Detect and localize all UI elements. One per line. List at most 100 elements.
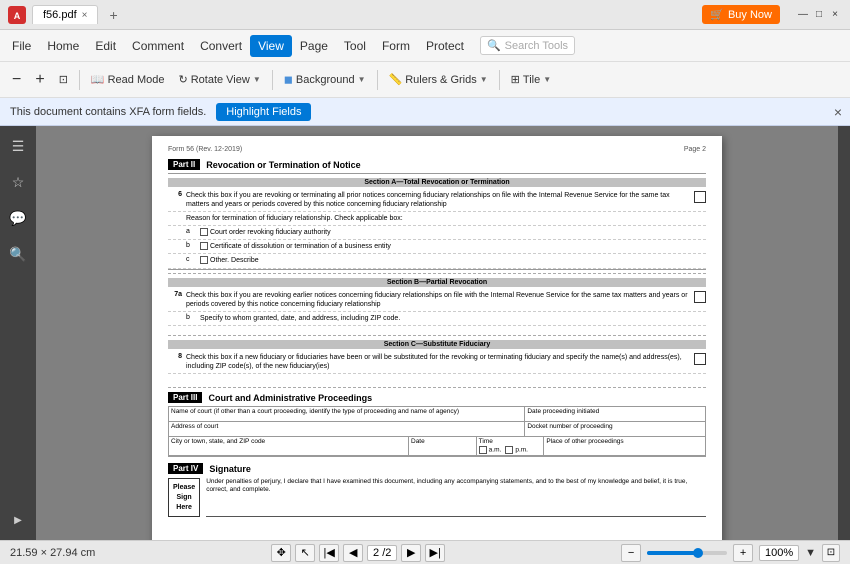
separator-3	[377, 70, 378, 90]
minimize-button[interactable]: —	[796, 8, 810, 22]
row-a-checkbox[interactable]	[200, 228, 208, 236]
pm-checkbox[interactable]	[505, 446, 513, 454]
col-date-initiated: Date proceeding initiated	[525, 407, 705, 421]
background-button[interactable]: ◼ Background ▼	[278, 70, 372, 89]
search-icon: 🔍	[487, 39, 501, 52]
menu-comment[interactable]: Comment	[124, 35, 192, 57]
col-time: Time a.m. p.m.	[477, 437, 545, 455]
panel-expand-button[interactable]: ▶	[6, 508, 30, 532]
row6-subtext: Reason for termination of fiduciary rela…	[186, 215, 403, 222]
sig-declaration-text: Under penalties of perjury, I declare th…	[206, 478, 706, 495]
notification-close-button[interactable]: ×	[834, 104, 842, 120]
pdf-container[interactable]: Form 56 (Rev. 12-2019) Page 2 Part II Re…	[36, 126, 838, 540]
part2-title: Part II Revocation or Termination of Not…	[168, 159, 706, 170]
highlight-fields-button[interactable]: Highlight Fields	[216, 103, 311, 121]
zoom-out-icon: −	[12, 71, 21, 89]
rotate-view-button[interactable]: ↻ Rotate View ▼	[172, 70, 266, 89]
notification-text: This document contains XFA form fields.	[10, 106, 206, 118]
background-icon: ◼	[284, 73, 293, 86]
search-tools-input[interactable]: 🔍 Search Tools	[480, 36, 575, 55]
menu-convert[interactable]: Convert	[192, 35, 250, 57]
zoom-in-icon: +	[35, 71, 44, 89]
status-right: − + ▼ ⊡	[621, 544, 840, 562]
menu-protect[interactable]: Protect	[418, 35, 472, 57]
notification-bar: This document contains XFA form fields. …	[0, 98, 850, 126]
cursor-tool-button[interactable]: ↖	[295, 544, 315, 562]
zoom-in-button[interactable]: +	[29, 68, 50, 92]
prev-page-button[interactable]: ◀	[343, 544, 363, 562]
fit-page-button[interactable]: ⊡	[53, 70, 74, 89]
part3-title-text: Court and Administrative Proceedings	[208, 393, 372, 403]
section-c-header: Section C—Substitute Fiduciary	[168, 340, 706, 349]
title-bar-right: 🛒 Buy Now — □ ×	[702, 5, 842, 24]
panel-comment-icon[interactable]: 💬	[6, 206, 30, 230]
last-page-button[interactable]: ▶|	[425, 544, 445, 562]
separator-2	[272, 70, 273, 90]
zoom-slider[interactable]	[647, 551, 727, 555]
page-number-input[interactable]	[367, 545, 397, 561]
table-header-row: Name of court (if other than a court pro…	[169, 407, 705, 422]
menu-form[interactable]: Form	[374, 35, 418, 57]
row-b-checkbox[interactable]	[200, 242, 208, 250]
row6-checkbox[interactable]	[694, 191, 706, 203]
zoom-out-button[interactable]: −	[6, 68, 27, 92]
menu-view[interactable]: View	[250, 35, 292, 57]
part4-title: Part IV Signature	[168, 463, 706, 474]
fit-page-status-button[interactable]: ⊡	[822, 544, 840, 562]
col-date2: Date	[409, 437, 477, 455]
zoom-level-input[interactable]	[759, 545, 799, 561]
menu-page[interactable]: Page	[292, 35, 336, 57]
row-c-checkbox[interactable]	[200, 256, 208, 264]
buy-now-button[interactable]: 🛒 Buy Now	[702, 5, 780, 24]
part4-title-text: Signature	[209, 464, 251, 474]
sig-line[interactable]	[206, 501, 706, 517]
read-mode-button[interactable]: 📖 Read Mode	[85, 70, 171, 89]
menu-file[interactable]: File	[4, 35, 39, 57]
tile-button[interactable]: ⊞ Tile ▼	[505, 70, 557, 89]
part2-label: Part II	[168, 159, 200, 170]
maximize-button[interactable]: □	[812, 8, 826, 22]
close-window-button[interactable]: ×	[828, 8, 842, 22]
first-page-button[interactable]: |◀	[319, 544, 339, 562]
next-page-icon: ▶	[407, 546, 415, 559]
row-8: 8 Check this box if a new fiduciary or f…	[168, 351, 706, 374]
rulers-grid-button[interactable]: 📏 Rulers & Grids ▼	[383, 70, 494, 89]
menu-bar: File Home Edit Comment Convert View Page…	[0, 30, 850, 62]
dropdown-arrow-zoom[interactable]: ▼	[805, 547, 816, 559]
file-tab[interactable]: f56.pdf ×	[32, 5, 98, 24]
rotate-icon: ↻	[178, 73, 187, 86]
col-court: Name of court (if other than a court pro…	[169, 407, 525, 421]
page-number: Page 2	[684, 146, 706, 153]
cart-icon: 🛒	[710, 8, 724, 21]
read-mode-icon: 📖	[91, 73, 105, 86]
am-checkbox[interactable]	[479, 446, 487, 454]
toolbar: − + ⊡ 📖 Read Mode ↻ Rotate View ▼ ◼ Back…	[0, 62, 850, 98]
menu-tool[interactable]: Tool	[336, 35, 374, 57]
panel-search-icon[interactable]: 🔍	[6, 242, 30, 266]
rulers-icon: 📏	[389, 73, 403, 86]
separator-1	[79, 70, 80, 90]
prev-page-icon: ◀	[349, 546, 357, 559]
fit-page-icon: ⊡	[59, 73, 68, 86]
add-tab-button[interactable]: +	[104, 7, 122, 23]
signature-content: Under penalties of perjury, I declare th…	[206, 478, 706, 517]
col-docket: Docket number of proceeding	[525, 422, 705, 436]
zoom-plus-button[interactable]: +	[733, 544, 753, 562]
title-bar: A f56.pdf × + 🛒 Buy Now — □ ×	[0, 0, 850, 30]
row8-checkbox[interactable]	[694, 353, 706, 365]
close-tab-button[interactable]: ×	[82, 10, 88, 21]
next-page-button[interactable]: ▶	[401, 544, 421, 562]
right-panel	[838, 126, 850, 540]
panel-bookmark-icon[interactable]: ☆	[6, 170, 30, 194]
pan-tool-button[interactable]: ✥	[271, 544, 291, 562]
table-city-row: City or town, state, and ZIP code Date T…	[169, 437, 705, 456]
menu-home[interactable]: Home	[39, 35, 87, 57]
left-panel: ☰ ☆ 💬 🔍 ▶	[0, 126, 36, 540]
panel-thumbnail-icon[interactable]: ☰	[6, 134, 30, 158]
zoom-minus-button[interactable]: −	[621, 544, 641, 562]
menu-edit[interactable]: Edit	[87, 35, 124, 57]
zoom-minus-icon: −	[628, 547, 634, 559]
row-a: a Court order revoking fiduciary authori…	[168, 226, 706, 240]
row7a-checkbox[interactable]	[694, 291, 706, 303]
table-address-row: Address of court Docket number of procee…	[169, 422, 705, 437]
